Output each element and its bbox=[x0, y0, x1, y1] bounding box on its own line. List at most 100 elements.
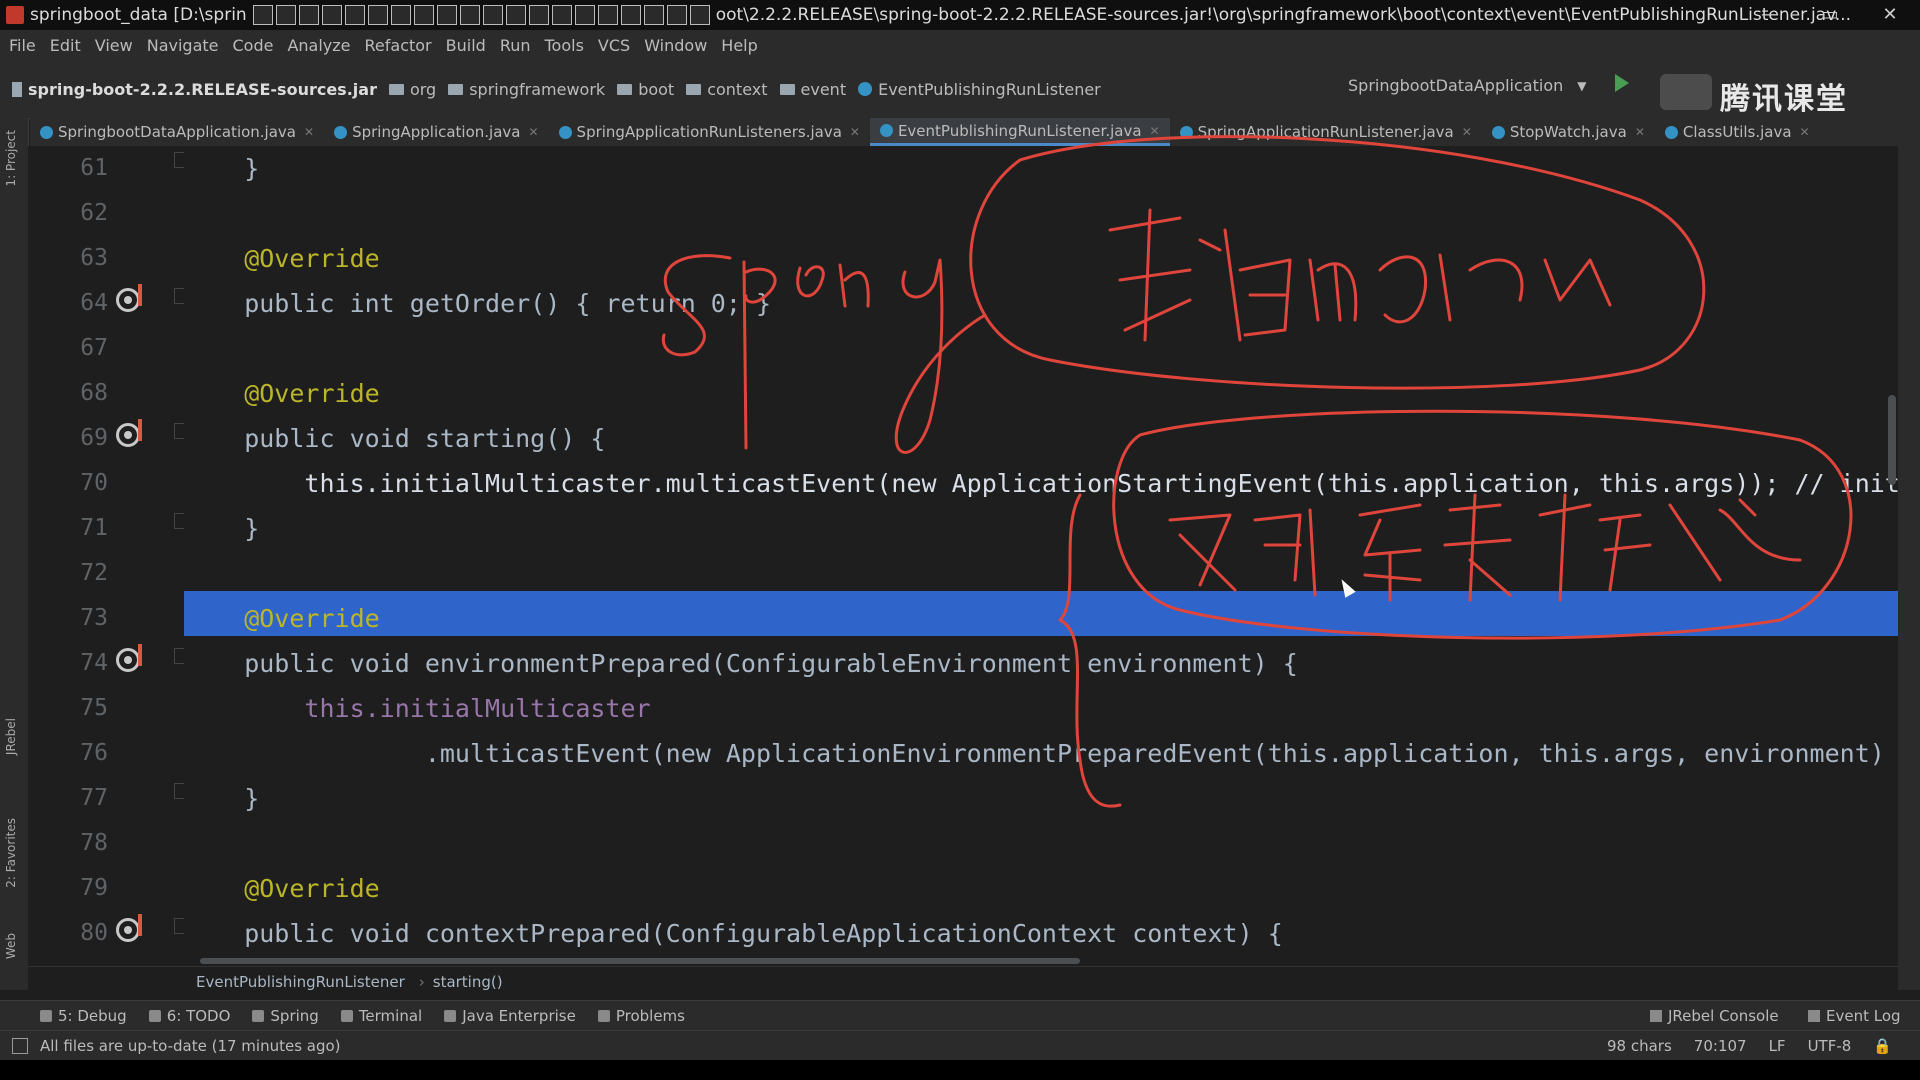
vertical-scrollbar[interactable] bbox=[1888, 395, 1896, 485]
toolbar-icon[interactable] bbox=[252, 5, 273, 25]
menu-build[interactable]: Build bbox=[446, 36, 486, 55]
tool-label: Terminal bbox=[358, 1007, 423, 1025]
toolbar-icon[interactable] bbox=[413, 5, 434, 25]
terminal-tool-button[interactable]: Terminal bbox=[340, 1007, 423, 1025]
close-icon[interactable]: ✕ bbox=[1800, 125, 1810, 139]
logo-mark-icon bbox=[1660, 74, 1712, 110]
menu-view[interactable]: View bbox=[95, 36, 133, 55]
event-log-icon bbox=[1808, 1010, 1820, 1022]
menu-run[interactable]: Run bbox=[500, 36, 531, 55]
toolbar-icon[interactable] bbox=[551, 5, 572, 25]
toolbar-icon[interactable] bbox=[298, 5, 319, 25]
status-bar: All files are up-to-date (17 minutes ago… bbox=[0, 1030, 1920, 1061]
tab-springapplicationrunlistener[interactable]: SpringApplicationRunListener.java ✕ bbox=[1170, 118, 1482, 146]
breadcrumb-jar[interactable]: spring-boot-2.2.2.RELEASE-sources.jar bbox=[12, 80, 377, 99]
spring-tool-button[interactable]: Spring bbox=[252, 1007, 319, 1025]
close-icon[interactable]: ✕ bbox=[1635, 125, 1645, 139]
menu-help[interactable]: Help bbox=[721, 36, 757, 55]
breadcrumb-org[interactable]: org bbox=[388, 80, 436, 99]
problems-tool-button[interactable]: Problems bbox=[597, 1007, 685, 1025]
toolbar-icon[interactable] bbox=[597, 5, 618, 25]
event-log-button[interactable]: Event Log bbox=[1808, 1001, 1901, 1031]
caret-position[interactable]: 70:107 bbox=[1694, 1037, 1747, 1055]
toolbar-icon[interactable] bbox=[275, 5, 296, 25]
toolbar-icon[interactable] bbox=[574, 5, 595, 25]
toolbar-icon[interactable] bbox=[643, 5, 664, 25]
tool-label: JRebel Console bbox=[1668, 1007, 1779, 1025]
code-line: } bbox=[184, 514, 260, 543]
tab-stopwatch[interactable]: StopWatch.java ✕ bbox=[1482, 118, 1655, 146]
tab-eventpublishingrunlistener[interactable]: EventPublishingRunListener.java ✕ bbox=[869, 118, 1170, 146]
minimize-button[interactable]: — bbox=[1740, 0, 1800, 30]
breadcrumb-event[interactable]: event bbox=[779, 80, 846, 99]
close-icon[interactable]: ✕ bbox=[850, 125, 860, 139]
toolbar-icon[interactable] bbox=[666, 5, 687, 25]
tab-label: SpringApplicationRunListener.java bbox=[1197, 123, 1454, 141]
line-separator[interactable]: LF bbox=[1769, 1037, 1786, 1055]
menu-refactor[interactable]: Refactor bbox=[365, 36, 432, 55]
project-tool-button[interactable]: 1: Project bbox=[4, 130, 18, 187]
toolbar-icon[interactable] bbox=[482, 5, 503, 25]
close-icon[interactable]: ✕ bbox=[304, 125, 314, 139]
menu-window[interactable]: Window bbox=[644, 36, 707, 55]
interface-icon bbox=[1179, 125, 1193, 139]
menu-file[interactable]: File bbox=[9, 36, 36, 55]
implements-method-icon[interactable] bbox=[116, 918, 140, 942]
close-button[interactable]: ✕ bbox=[1860, 0, 1920, 30]
menu-analyze[interactable]: Analyze bbox=[287, 36, 350, 55]
toolbar-icon[interactable] bbox=[528, 5, 549, 25]
toolbar-icon[interactable] bbox=[344, 5, 365, 25]
code-line: public void environmentPrepared(Configur… bbox=[184, 649, 1298, 678]
toolbar-icon[interactable] bbox=[390, 5, 411, 25]
toolbar-icon[interactable] bbox=[459, 5, 480, 25]
tab-springapplication[interactable]: SpringApplication.java ✕ bbox=[324, 118, 548, 146]
breadcrumb-method-label[interactable]: starting() bbox=[433, 973, 503, 991]
menu-edit[interactable]: Edit bbox=[50, 36, 81, 55]
toolbar-icon[interactable] bbox=[505, 5, 526, 25]
maximize-button[interactable]: ▭ bbox=[1800, 0, 1860, 30]
file-encoding[interactable]: UTF-8 bbox=[1808, 1037, 1852, 1055]
run-icon[interactable] bbox=[1615, 74, 1629, 92]
menu-navigate[interactable]: Navigate bbox=[147, 36, 219, 55]
breadcrumb-springframework[interactable]: springframework bbox=[448, 80, 605, 99]
java-enterprise-tool-button[interactable]: Java Enterprise bbox=[444, 1007, 576, 1025]
jrebel-tool-button[interactable]: JRebel bbox=[4, 718, 18, 755]
breadcrumb-context[interactable]: context bbox=[686, 80, 768, 99]
line-number: 64 bbox=[80, 290, 108, 316]
horizontal-scrollbar[interactable] bbox=[200, 958, 1080, 964]
menu-code[interactable]: Code bbox=[233, 36, 274, 55]
breadcrumb-class-label[interactable]: EventPublishingRunListener bbox=[196, 973, 405, 991]
toolbar-icon[interactable] bbox=[436, 5, 457, 25]
toolbar-icon[interactable] bbox=[620, 5, 641, 25]
toolbar-icon[interactable] bbox=[321, 5, 342, 25]
todo-tool-button[interactable]: 6: TODO bbox=[148, 1007, 230, 1025]
run-config-select[interactable]: SpringbootDataApplication ▼ bbox=[1348, 76, 1586, 95]
code-line: @Override bbox=[184, 244, 380, 273]
editor-gutter: 61 62 63 64 67 68 69 70 71 72 73 74 75 7… bbox=[28, 146, 190, 966]
class-icon bbox=[40, 125, 53, 139]
status-toggle-icon[interactable] bbox=[12, 1038, 28, 1054]
menu-vcs[interactable]: VCS bbox=[598, 36, 630, 55]
status-right: 98 chars 70:107 LF UTF-8 🔒 bbox=[1607, 1031, 1892, 1061]
tab-classutils[interactable]: ClassUtils.java ✕ bbox=[1655, 118, 1820, 146]
implements-method-icon[interactable] bbox=[116, 288, 140, 312]
tab-springbootdataapplication[interactable]: SpringbootDataApplication.java ✕ bbox=[30, 118, 324, 146]
debug-tool-button[interactable]: 5: Debug bbox=[40, 1007, 127, 1025]
close-icon[interactable]: ✕ bbox=[1150, 124, 1160, 138]
breadcrumb-boot[interactable]: boot bbox=[617, 80, 674, 99]
implements-method-icon[interactable] bbox=[116, 423, 140, 447]
class-icon bbox=[1664, 125, 1678, 139]
web-tool-button[interactable]: Web bbox=[4, 933, 18, 959]
close-icon[interactable]: ✕ bbox=[1462, 125, 1472, 139]
tab-springapplicationrunlisteners[interactable]: SpringApplicationRunListeners.java ✕ bbox=[549, 118, 870, 146]
lock-icon[interactable]: 🔒 bbox=[1873, 1037, 1892, 1055]
close-icon[interactable]: ✕ bbox=[528, 125, 538, 139]
jrebel-console-button[interactable]: JRebel Console bbox=[1650, 1001, 1779, 1031]
breadcrumb-class[interactable]: EventPublishingRunListener bbox=[858, 80, 1101, 99]
toolbar-icon[interactable] bbox=[689, 5, 710, 25]
toolbar-icon[interactable] bbox=[367, 5, 388, 25]
code-editor[interactable]: } @Override public int getOrder() { retu… bbox=[184, 146, 1898, 966]
implements-method-icon[interactable] bbox=[116, 648, 140, 672]
menu-tools[interactable]: Tools bbox=[545, 36, 584, 55]
favorites-tool-button[interactable]: 2: Favorites bbox=[4, 818, 18, 888]
